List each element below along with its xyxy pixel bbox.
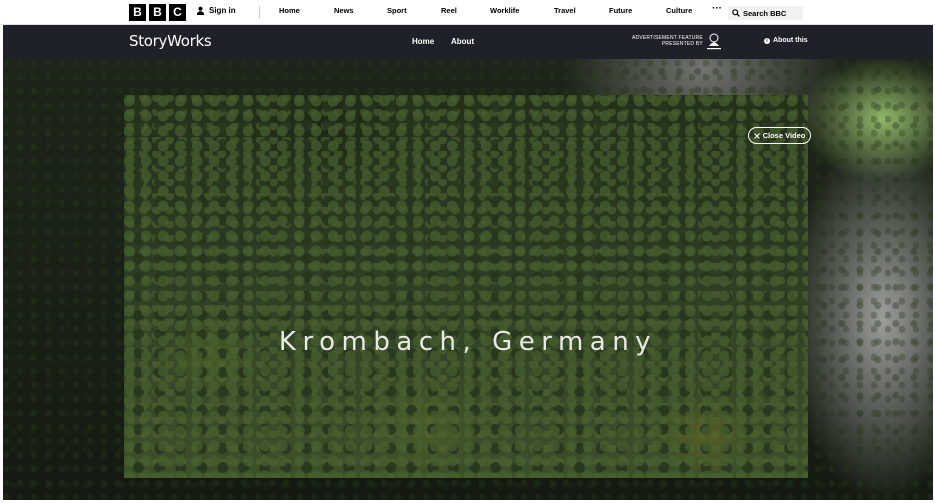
- search-bbc-button[interactable]: Search BBC: [728, 6, 803, 20]
- video-title: Krombach, Germany: [278, 327, 658, 357]
- storyworks-nav-about[interactable]: About: [451, 37, 474, 46]
- search-icon: [732, 9, 740, 17]
- storyworks-nav-home[interactable]: Home: [412, 37, 434, 46]
- nav-link-home[interactable]: Home: [279, 6, 300, 15]
- bbc-global-nav: B B C Sign in Home News Sport Reel Workl…: [0, 0, 935, 25]
- bbc-logo-letter-1: B: [129, 4, 146, 21]
- bbc-logo-letter-3: C: [169, 4, 186, 21]
- nav-link-future[interactable]: Future: [609, 6, 632, 15]
- video-player-backdrop: Krombach, Germany Close Video: [3, 59, 933, 500]
- close-video-button[interactable]: Close Video: [748, 127, 811, 144]
- ad-feature-line-2: PRESENTED BY: [661, 41, 703, 47]
- nav-link-news[interactable]: News: [334, 6, 354, 15]
- more-menu-button[interactable]: ···: [712, 3, 722, 14]
- sign-in-button[interactable]: Sign in: [196, 6, 236, 15]
- storyworks-logo[interactable]: StoryWorks: [129, 32, 212, 50]
- nav-link-worklife[interactable]: Worklife: [490, 6, 519, 15]
- video-shade: [124, 95, 808, 478]
- nav-link-travel[interactable]: Travel: [554, 6, 576, 15]
- sign-in-label: Sign in: [209, 6, 236, 15]
- sponsor-logo[interactable]: [703, 30, 725, 52]
- nav-link-sport[interactable]: Sport: [387, 6, 407, 15]
- advertisement-feature-label: ADVERTISEMENT FEATURE PRESENTED BY: [632, 35, 703, 47]
- storyworks-header: StoryWorks Home About ADVERTISEMENT FEAT…: [3, 25, 933, 59]
- close-icon: [753, 132, 760, 139]
- bbc-logo-letter-2: B: [149, 4, 166, 21]
- nav-divider: [259, 6, 260, 19]
- video-frame[interactable]: [124, 95, 808, 478]
- search-label: Search BBC: [743, 8, 787, 18]
- close-video-label: Close Video: [762, 131, 806, 140]
- user-icon: [196, 6, 205, 15]
- nav-link-culture[interactable]: Culture: [666, 6, 692, 15]
- nav-link-reel[interactable]: Reel: [441, 6, 457, 15]
- info-icon: i: [764, 37, 770, 44]
- bbc-logo[interactable]: B B C: [129, 4, 186, 21]
- about-this-label: About this: [773, 37, 808, 44]
- about-this-button[interactable]: i About this: [764, 37, 808, 44]
